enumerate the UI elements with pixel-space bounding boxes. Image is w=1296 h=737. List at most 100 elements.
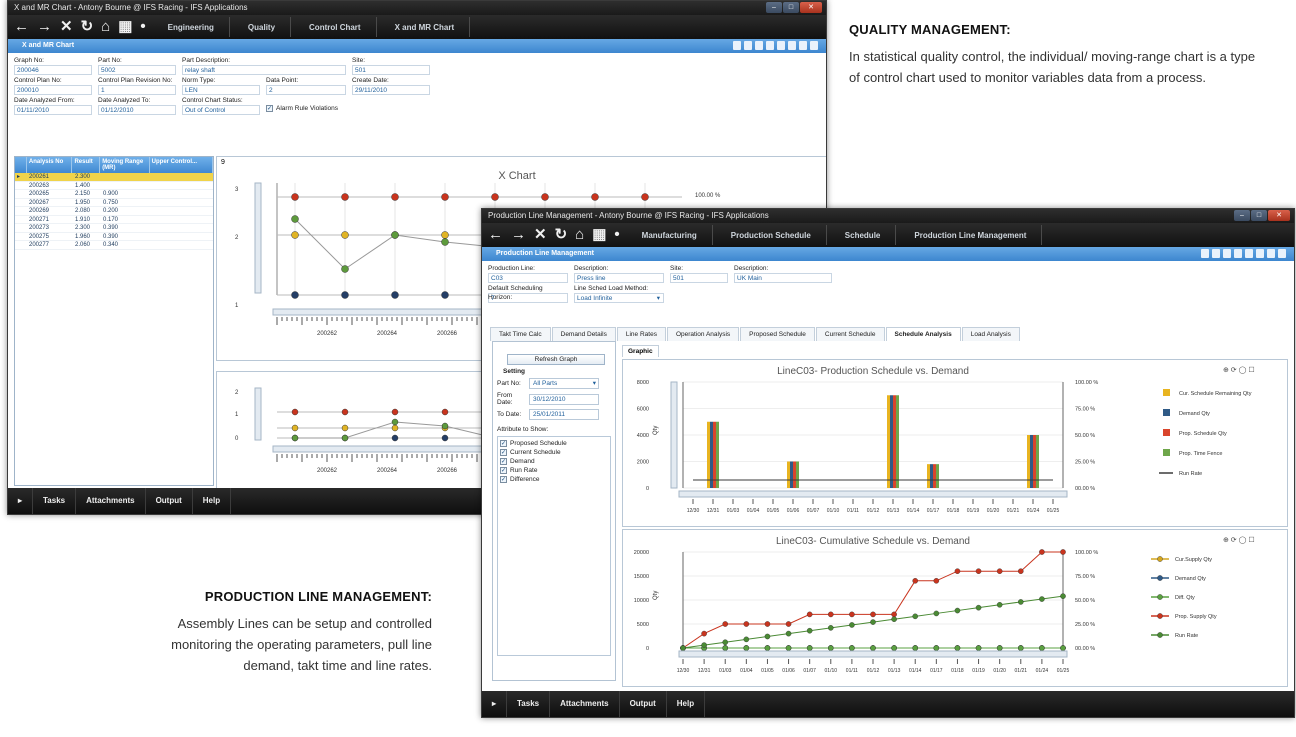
attribute-item[interactable]: ✓ Current Schedule (500, 448, 608, 457)
attribute-checkbox[interactable]: ✓ (500, 448, 507, 456)
forward-arrow-icon[interactable]: → (37, 15, 52, 39)
table-row[interactable]: ▸ 200261 2.300 (15, 173, 213, 182)
data-point-field[interactable]: 2 (266, 85, 346, 95)
tab-demand-details[interactable]: Demand Details (551, 327, 616, 341)
tab-line-rates[interactable]: Line Rates (616, 327, 666, 341)
chart-status-field[interactable]: Out of Control (182, 105, 260, 115)
close-button[interactable]: ✕ (800, 2, 822, 13)
tab-takt-time-calc[interactable]: Takt Time Calc (490, 327, 551, 341)
tab-operation-analysis[interactable]: Operation Analysis (666, 327, 740, 341)
search-icon[interactable] (1212, 249, 1220, 258)
minimize-button[interactable]: – (766, 2, 782, 13)
table-row[interactable]: 200267 1.950 0.750 (15, 199, 213, 207)
copy-icon[interactable] (766, 41, 774, 50)
delete-icon[interactable] (1245, 249, 1253, 258)
tab-current-schedule[interactable]: Current Schedule (815, 327, 885, 341)
description-field[interactable]: Press line (574, 273, 664, 283)
print-icon[interactable] (1256, 249, 1264, 258)
table-row[interactable]: 200277 2.060 0.340 (15, 241, 213, 250)
site-description-field[interactable]: UK Main (734, 273, 832, 283)
attribute-checkbox[interactable]: ✓ (500, 466, 507, 474)
attachments-button[interactable]: Attachments (550, 691, 620, 717)
help-button[interactable]: Help (667, 691, 706, 717)
grid-menu-icon[interactable]: ▦ (118, 15, 132, 39)
attribute-item[interactable]: ✓ Proposed Schedule (500, 439, 608, 448)
table-row[interactable]: 200265 2.150 0.900 (15, 190, 213, 199)
attribute-item[interactable]: ✓ Demand (500, 457, 608, 466)
tasks-button[interactable]: Tasks (507, 691, 551, 717)
col-result[interactable]: Result (72, 157, 101, 173)
tasks-button[interactable]: Tasks (33, 488, 77, 514)
breadcrumb-manufacturing[interactable]: Manufacturing (642, 224, 717, 245)
search-icon[interactable] (744, 41, 752, 50)
table-row[interactable]: 200273 2.300 0.390 (15, 224, 213, 233)
breadcrumb-schedule[interactable]: Schedule (845, 224, 901, 245)
print-icon[interactable] (788, 41, 796, 50)
attribute-checkbox[interactable]: ✓ (500, 457, 507, 465)
save-icon[interactable] (755, 41, 763, 50)
site-field[interactable]: 501 (670, 273, 728, 283)
breadcrumb-production-line-mgmt[interactable]: Production Line Management (914, 224, 1046, 245)
minimize-button[interactable]: – (1234, 210, 1250, 221)
refresh-icon[interactable]: ↻ (81, 15, 94, 39)
home-icon[interactable]: ⌂ (101, 15, 110, 39)
norm-type-field[interactable]: LEN (182, 85, 260, 95)
breadcrumb-engineering[interactable]: Engineering (168, 16, 234, 37)
breadcrumb-quality[interactable]: Quality (248, 16, 295, 37)
production-line-field[interactable]: C03 (488, 273, 568, 283)
table-row[interactable]: 200263 1.400 (15, 182, 213, 190)
attribute-checkbox[interactable]: ✓ (500, 475, 507, 483)
tab-schedule-analysis[interactable]: Schedule Analysis (885, 327, 961, 341)
attach-icon[interactable] (1267, 249, 1275, 258)
help-button[interactable]: Help (193, 488, 232, 514)
copy-icon[interactable] (1234, 249, 1242, 258)
maximize-button[interactable]: □ (783, 2, 799, 13)
attribute-item[interactable]: ✓ Run Rate (500, 466, 608, 475)
to-date-field[interactable]: 25/01/2011 (529, 409, 599, 420)
control-plan-field[interactable]: 200010 (14, 85, 92, 95)
attribute-item[interactable]: ✓ Difference (500, 475, 608, 484)
attribute-checkbox[interactable]: ✓ (500, 439, 507, 447)
tab-load-analysis[interactable]: Load Analysis (961, 327, 1020, 341)
part-no-select[interactable]: All Parts ▾ (529, 378, 599, 389)
grid-menu-icon[interactable]: ▦ (592, 223, 606, 247)
date-to-field[interactable]: 01/12/2010 (98, 105, 176, 115)
date-from-field[interactable]: 01/11/2010 (14, 105, 92, 115)
output-button[interactable]: Output (146, 488, 193, 514)
refresh-graph-button[interactable]: Refresh Graph (507, 354, 605, 365)
attachments-button[interactable]: Attachments (76, 488, 146, 514)
home-icon[interactable]: ⌂ (575, 223, 584, 247)
breadcrumb-xmr-chart[interactable]: X and MR Chart (395, 16, 475, 37)
tab-proposed-schedule[interactable]: Proposed Schedule (740, 327, 815, 341)
delete-icon[interactable] (777, 41, 785, 50)
part-desc-field[interactable]: relay shaft (182, 65, 346, 75)
table-row[interactable]: 200275 1.960 0.390 (15, 233, 213, 241)
new-icon[interactable] (733, 41, 741, 50)
close-icon[interactable]: ✕ (534, 223, 547, 247)
back-arrow-icon[interactable]: ← (14, 15, 29, 39)
col-moving-range[interactable]: Moving Range (MR) (100, 157, 150, 173)
graph-no-field[interactable]: 200046 (14, 65, 92, 75)
site-field[interactable]: 501 (352, 65, 430, 75)
graphic-tab[interactable]: Graphic (622, 345, 659, 357)
table-row[interactable]: 200271 1.910 0.170 (15, 216, 213, 224)
col-analysis-no[interactable]: Analysis No (27, 157, 73, 173)
close-icon[interactable]: ✕ (60, 15, 73, 39)
help-icon[interactable] (810, 41, 818, 50)
col-upper-control[interactable]: Upper Control... (150, 157, 213, 173)
alarm-rule-checkbox[interactable]: ✓ (266, 105, 273, 112)
part-no-field[interactable]: 5002 (98, 65, 176, 75)
create-date-field[interactable]: 29/11/2010 (352, 85, 430, 95)
back-arrow-icon[interactable]: ← (488, 223, 503, 247)
refresh-icon[interactable]: ↻ (555, 223, 568, 247)
breadcrumb-control-chart[interactable]: Control Chart (309, 16, 381, 37)
output-button[interactable]: Output (620, 691, 667, 717)
cp-revision-field[interactable]: 1 (98, 85, 176, 95)
new-icon[interactable] (1201, 249, 1209, 258)
taskbar-arrow-icon[interactable]: ▸ (482, 691, 508, 717)
from-date-field[interactable]: 30/12/2010 (529, 393, 599, 405)
help-icon[interactable] (1278, 249, 1286, 258)
save-icon[interactable] (1223, 249, 1231, 258)
load-method-select[interactable]: Load Infinite ▾ (574, 293, 664, 303)
attach-icon[interactable] (799, 41, 807, 50)
